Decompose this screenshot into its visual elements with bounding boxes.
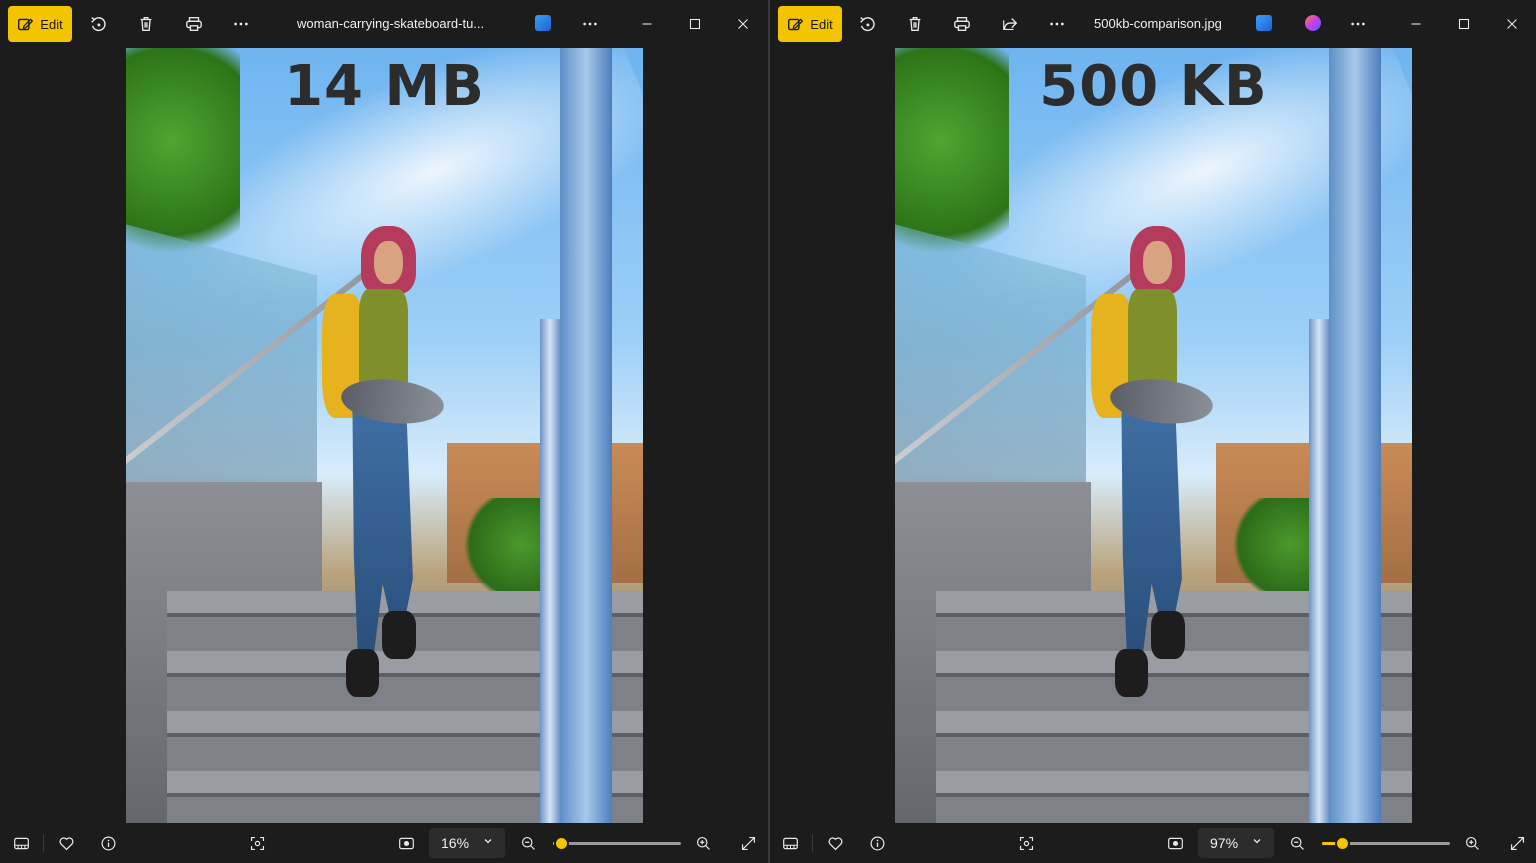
favorite-icon[interactable] [825,833,845,853]
file-size-label: 14 MB [284,54,485,119]
edit-button[interactable]: Edit [778,6,842,42]
photo-rail-post [539,319,561,823]
print-icon[interactable] [182,12,206,36]
print-icon[interactable] [950,12,974,36]
boot [381,610,416,659]
minimize-icon[interactable] [1404,12,1428,36]
info-icon[interactable] [98,833,118,853]
chevron-down-icon [1253,839,1261,844]
toolbar: Edit 500kb-comparison.jpg [770,0,1536,48]
zoom-level-dropdown[interactable]: 97% [1198,828,1274,858]
separator [812,834,813,852]
file-name: 500kb-comparison.jpg [1094,16,1222,31]
zoom-in-icon[interactable] [1462,833,1482,853]
face [374,240,403,284]
photo-viewer-window-right: Edit 500kb-comparison.jpg 500 KB 97% [770,0,1536,863]
zoom-level-value: 16% [441,835,470,851]
edit-button[interactable]: Edit [8,6,72,42]
edit-icon [18,17,34,30]
face [1143,240,1172,284]
fullscreen-icon[interactable] [1507,833,1527,853]
share-icon[interactable] [998,12,1022,36]
fullscreen-icon[interactable] [738,833,758,853]
status-bar: 97% [770,823,1536,863]
designer-app-icon[interactable] [1256,15,1272,31]
zoom-slider[interactable] [1322,836,1450,851]
photo-pole [1329,48,1381,823]
actual-size-icon[interactable] [1165,833,1185,853]
delete-icon[interactable] [903,12,927,36]
more-options-icon[interactable] [578,12,602,36]
zoom-level-dropdown[interactable]: 16% [429,828,505,858]
maximize-icon[interactable] [1452,12,1476,36]
favorite-icon[interactable] [56,833,76,853]
rotate-icon[interactable] [86,12,110,36]
zoom-slider-thumb[interactable] [1335,836,1350,851]
chevron-down-icon [484,839,492,844]
filmstrip-icon[interactable] [11,833,31,853]
maximize-icon[interactable] [683,12,707,36]
separator [43,834,44,852]
file-name: woman-carrying-skateboard-tu... [297,16,485,31]
zoom-in-icon[interactable] [693,833,713,853]
focus-icon[interactable] [1016,833,1036,853]
boot [1114,649,1149,698]
photo-person [322,226,451,707]
photo-pole [560,48,612,823]
focus-icon[interactable] [247,833,267,853]
actual-size-icon[interactable] [396,833,416,853]
edit-icon [788,17,804,30]
toolbar: Edit woman-carrying-skateboard-tu... [0,0,768,48]
filmstrip-icon[interactable] [780,833,800,853]
photo-viewer-window-left: Edit woman-carrying-skateboard-tu... 14 … [0,0,768,863]
file-size-label: 500 KB [1039,54,1268,119]
zoom-slider-thumb[interactable] [554,836,569,851]
copilot-icon[interactable] [1305,15,1321,31]
more-icon[interactable] [229,12,253,36]
boot [345,649,380,698]
delete-icon[interactable] [134,12,158,36]
zoom-out-icon[interactable] [518,833,538,853]
more-options-icon[interactable] [1346,12,1370,36]
zoom-out-icon[interactable] [1287,833,1307,853]
close-icon[interactable] [731,12,755,36]
info-icon[interactable] [867,833,887,853]
photo-person [1091,226,1220,707]
photo-rail-post [1308,319,1330,823]
photo-canvas[interactable]: 500 KB [895,48,1412,823]
designer-app-icon[interactable] [535,15,551,31]
rotate-icon[interactable] [855,12,879,36]
status-bar: 16% [0,823,768,863]
minimize-icon[interactable] [635,12,659,36]
edit-button-label: Edit [810,16,833,32]
more-icon[interactable] [1045,12,1069,36]
boot [1150,610,1185,659]
edit-button-label: Edit [40,16,63,32]
close-icon[interactable] [1500,12,1524,36]
photo-canvas[interactable]: 14 MB [126,48,643,823]
zoom-slider[interactable] [553,836,681,851]
zoom-level-value: 97% [1210,835,1239,851]
